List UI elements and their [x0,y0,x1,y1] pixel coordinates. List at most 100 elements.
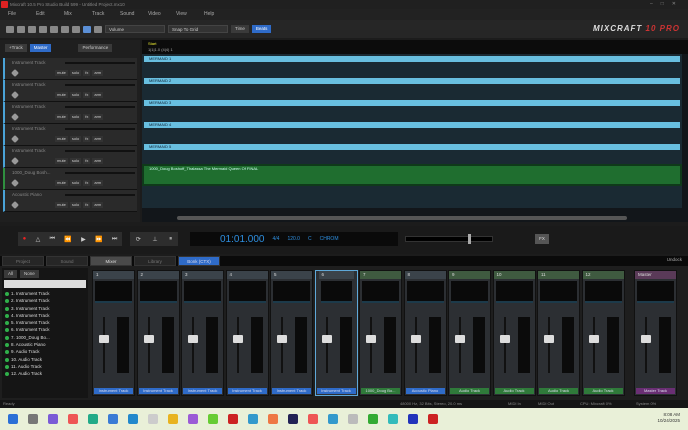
volume-fader[interactable] [281,317,283,373]
volume-fader[interactable] [414,317,417,373]
track-header[interactable]: Instrument Track mute solo fx arm [3,58,137,80]
arm-button[interactable]: arm [92,70,104,76]
mute-button[interactable]: mute [55,158,68,164]
fader-knob[interactable] [99,335,109,343]
track-name[interactable]: Instrument Track [12,148,46,153]
window-controls[interactable]: –□✕ [650,0,684,9]
fader-knob[interactable] [366,335,376,343]
track-list-item[interactable]: 7. 1000_Doug Bo... [2,334,88,341]
beats-button[interactable]: Beats [251,25,272,33]
fx-button[interactable]: fx [83,180,91,186]
cut-icon[interactable] [61,25,69,33]
channel-fx-slot[interactable] [495,281,533,303]
performance-button[interactable]: Performance [78,44,113,52]
track-header[interactable]: Instrument Track mute solo fx arm [3,102,137,124]
taskbar-app-icon[interactable] [148,414,158,424]
channel-label[interactable]: Instrument Track [316,388,356,394]
mixer-channel[interactable]: Master Master Track [634,270,677,396]
track-name[interactable]: 1000_Doug Bosh... [12,170,51,175]
channel-label[interactable]: Instrument Track [227,388,267,394]
channel-fx-slot[interactable] [406,281,444,303]
volume-fader[interactable] [459,317,461,373]
channel-label[interactable]: Audio Track [539,388,578,394]
fader-knob[interactable] [641,335,651,343]
taskbar-app-icon[interactable] [288,414,298,424]
taskbar-app-icon[interactable] [408,414,418,424]
automation-icon[interactable] [83,25,91,33]
channel-label[interactable]: 1000_Doug Bo... [361,388,400,394]
taskbar-app-icon[interactable] [48,414,58,424]
menu-track[interactable]: Track [92,9,120,20]
track-list-item[interactable]: 1. Instrument Track [2,290,88,297]
track-lane[interactable]: 1000_Doug Boshoff_Thalassa The Mermaid Q… [142,164,682,186]
undock-button[interactable]: Undock [667,257,682,262]
channel-label[interactable]: Acoustic Piano [405,388,445,394]
track-lane[interactable]: MERMAID 4 [142,120,682,142]
channel-fx-slot[interactable] [228,281,266,303]
clip[interactable]: MERMAID 5 [144,144,680,150]
fader-knob[interactable] [232,335,243,343]
menu-view[interactable]: View [176,9,204,20]
channel-label[interactable]: Master Track [636,388,675,394]
taskbar-app-icon[interactable] [248,414,258,424]
tab-bonk[interactable]: Bonk (CTX) [178,256,220,266]
channel-label[interactable]: Instrument Track [138,388,178,394]
volume-fader[interactable] [103,317,105,373]
loop-icon[interactable]: ⟳ [136,236,141,243]
volume-fader[interactable] [325,317,328,373]
volume-fader[interactable] [645,317,647,373]
fader-knob[interactable] [410,335,421,343]
taskbar-app-icon[interactable] [228,414,238,424]
fader-knob[interactable] [188,335,198,343]
taskbar-app-icon[interactable] [8,414,18,424]
time-button[interactable]: Time [231,25,249,33]
tab-mixer[interactable]: Mixer [90,256,132,266]
volume-fader[interactable] [592,317,595,373]
channel-label[interactable]: Instrument Track [272,388,311,394]
track-header[interactable]: Instrument Track mute solo fx arm [3,124,137,146]
horizontal-scrollbar[interactable] [177,216,627,220]
channel-label[interactable]: Instrument Track [183,388,222,394]
track-lane[interactable] [142,186,682,208]
channel-label[interactable]: Audio Track [450,388,489,394]
arm-button[interactable]: arm [92,114,104,120]
channel-fx-slot[interactable] [637,281,674,303]
track-name[interactable]: Instrument Track [12,104,46,109]
mute-button[interactable]: mute [55,70,68,76]
taskbar-app-icon[interactable] [188,414,198,424]
mixer-channel[interactable]: 1 Instrument Track [92,270,135,396]
arm-button[interactable]: arm [92,92,104,98]
track-list-item[interactable]: 9. Audio Track [2,348,88,355]
track-list-item[interactable]: 4. Instrument Track [2,312,88,319]
solo-button[interactable]: solo [69,202,82,208]
new-file-icon[interactable] [6,25,14,33]
fader-knob[interactable] [143,335,154,343]
taskbar-app-icon[interactable] [268,414,278,424]
track-list-item[interactable]: 10. Audio Track [2,356,88,363]
undo-icon[interactable] [50,25,58,33]
fader-knob[interactable] [321,335,332,343]
menu-help[interactable]: Help [204,9,232,20]
volume-slider[interactable] [65,194,135,196]
volume-slider[interactable] [65,106,135,108]
taskbar-app-icon[interactable] [28,414,38,424]
mute-button[interactable]: mute [55,136,68,142]
mute-button[interactable]: mute [55,180,68,186]
mixer-channel[interactable]: 8 Acoustic Piano [403,270,447,396]
select-all-button[interactable]: All [4,270,18,278]
timeline[interactable]: Start 1|1|1.0 (4|4) 1 MERMAID 1 MERMAID 2… [142,40,688,222]
volume-slider[interactable] [65,62,135,64]
solo-button[interactable]: solo [69,136,82,142]
volume-slider[interactable] [65,84,135,86]
track-header[interactable]: Instrument Track mute solo fx arm [3,146,137,168]
channel-fx-slot[interactable] [451,281,488,303]
start-marker[interactable]: Start [148,41,156,46]
volume-slider[interactable] [65,150,135,152]
volume-fader[interactable] [548,317,550,373]
fader-knob[interactable] [544,335,554,343]
menu-video[interactable]: Video [148,9,176,20]
track-lane[interactable]: MERMAID 2 [142,76,682,98]
mixer-channel[interactable]: 10 Audio Track [492,270,536,396]
track-header[interactable]: Instrument Track mute solo fx arm [3,80,137,102]
track-list-item[interactable]: 2. Instrument Track [2,297,88,304]
